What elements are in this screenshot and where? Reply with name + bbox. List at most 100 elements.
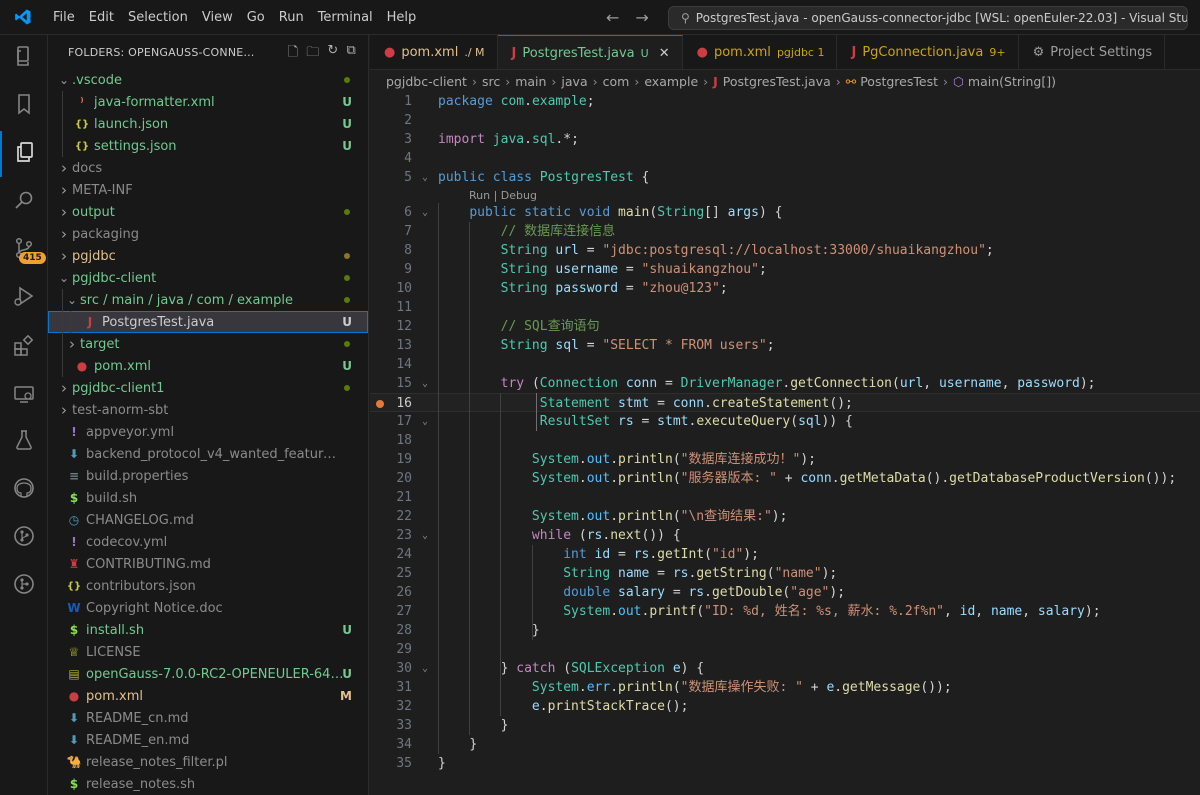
breadcrumb-item[interactable]: main(String[]) (968, 74, 1056, 89)
file-item[interactable]: ! codecov.yml (48, 531, 368, 553)
file-item[interactable]: {} contributors.json (48, 575, 368, 597)
chevron-down-icon: ⌄ (58, 271, 70, 285)
file-item[interactable]: $ install.sh U (48, 619, 368, 641)
file-item[interactable]: ! appveyor.yml (48, 421, 368, 443)
code-line: 35} (370, 754, 1200, 773)
menu-view[interactable]: View (195, 0, 240, 35)
file-item[interactable]: ♜ CONTRIBUTING.md (48, 553, 368, 575)
github-tab[interactable] (0, 467, 48, 513)
new-folder-icon[interactable]: 🗀 (306, 43, 319, 65)
file-item[interactable]: ● pom.xml M (48, 685, 368, 707)
folder-item[interactable]: › pgjdbc-client1 (48, 377, 368, 399)
folder-item[interactable]: › META-INF (48, 179, 368, 201)
file-name: pgjdbc-client1 (72, 380, 165, 396)
menu-terminal[interactable]: Terminal (311, 0, 380, 35)
gitlens-tab[interactable] (0, 563, 48, 609)
code-text: package com.example; (438, 92, 595, 111)
code-text: double salary = rs.getDouble("age"); (438, 583, 845, 602)
folder-item[interactable]: › pgjdbc (48, 245, 368, 267)
tab-pom-xml[interactable]: ● pom.xml ./ M (370, 35, 498, 69)
json-file-icon: {} (66, 580, 82, 592)
extensions-tab[interactable] (0, 325, 48, 371)
file-item[interactable]: ⬇ backend_protocol_v4_wanted_features.md (48, 443, 368, 465)
folder-item[interactable]: › docs (48, 157, 368, 179)
file-item[interactable]: {} launch.json U (48, 113, 368, 135)
close-icon[interactable]: ✕ (659, 46, 670, 61)
file-item[interactable]: ⬇ README_cn.md (48, 707, 368, 729)
menu-edit[interactable]: Edit (82, 0, 121, 35)
file-item[interactable]: $ release_notes.sh (48, 773, 368, 795)
bookmarks-tab[interactable] (0, 83, 48, 129)
folder-item[interactable]: ⌄ pgjdbc-client (48, 267, 368, 289)
remote-explorer-tab[interactable] (0, 373, 48, 419)
tab-pgconnection-java[interactable]: J PgConnection.java 9+ (837, 35, 1019, 69)
file-item[interactable]: ● pom.xml U (48, 355, 368, 377)
fold-chevron-icon[interactable]: ⌄ (422, 168, 428, 187)
file-item[interactable]: W Copyright Notice.doc (48, 597, 368, 619)
folder-item[interactable]: › packaging (48, 223, 368, 245)
breadcrumb-item[interactable]: PostgresTest.java (723, 74, 831, 89)
code-token: id (594, 547, 611, 562)
breadcrumb-item[interactable]: PostgresTest (860, 74, 938, 89)
breadcrumb-item[interactable]: src (482, 74, 500, 89)
forward-arrow-icon[interactable]: → (635, 8, 648, 27)
search-tab[interactable] (0, 179, 48, 225)
tab-pom-xml[interactable]: ● pom.xml pgjdbc 1 (683, 35, 838, 69)
testing-tab[interactable] (0, 419, 48, 465)
explorer-tab[interactable] (0, 35, 48, 81)
code-token: } (531, 623, 540, 638)
file-item[interactable]: ♕ LICENSE (48, 641, 368, 663)
code-line: 21 (370, 488, 1200, 507)
breadcrumb-item[interactable]: com (603, 74, 630, 89)
file-item[interactable]: ⬇ README_en.md (48, 729, 368, 751)
fold-chevron-icon[interactable]: ⌄ (422, 526, 428, 545)
file-item[interactable]: ◷ CHANGELOG.md (48, 509, 368, 531)
menu-selection[interactable]: Selection (121, 0, 195, 35)
file-item[interactable]: 🐪 release_notes_filter.pl (48, 751, 368, 773)
folder-item[interactable]: › output (48, 201, 368, 223)
code-token: id (959, 604, 976, 619)
fold-chevron-icon[interactable]: ⌄ (422, 374, 428, 393)
run-debug-tab[interactable] (0, 275, 48, 321)
breakpoint-icon[interactable] (376, 400, 384, 408)
menu-run[interactable]: Run (272, 0, 311, 35)
file-item[interactable]: $ build.sh (48, 487, 368, 509)
file-item[interactable]: ▤ openGauss-7.0.0-RC2-OPENEULER-64bit-JDB… (48, 663, 368, 685)
code-token: ()); (920, 680, 952, 695)
git-graph-tab[interactable] (0, 515, 48, 561)
breadcrumb-item[interactable]: pgjdbc-client (386, 74, 467, 89)
back-arrow-icon[interactable]: ← (606, 8, 619, 27)
tab-project-settings[interactable]: ⚙ Project Settings (1019, 35, 1166, 69)
tab-postgrestest-java[interactable]: J PostgresTest.java U ✕ (497, 35, 683, 69)
menu-help[interactable]: Help (380, 0, 424, 35)
code-editor[interactable]: 1 package com.example; 2 3 import java.sql.*… (370, 92, 1200, 795)
new-file-icon[interactable]: 🗋 (288, 43, 299, 65)
code-token: . (539, 699, 548, 714)
file-item[interactable]: ≡ build.properties (48, 465, 368, 487)
codelens-run-debug[interactable]: Run | Debug (469, 188, 537, 204)
file-item[interactable]: ⁾ java-formatter.xml U (48, 91, 368, 113)
fold-chevron-icon[interactable]: ⌄ (422, 659, 428, 678)
folder-item[interactable]: › target (48, 333, 368, 355)
breadcrumb-item[interactable]: main (515, 74, 546, 89)
menu-go[interactable]: Go (240, 0, 272, 35)
folder-item[interactable]: ⌄ .vscode (48, 69, 368, 91)
code-token: conn (672, 396, 705, 411)
fold-chevron-icon[interactable]: ⌄ (422, 203, 428, 222)
breadcrumb-item[interactable]: java (561, 74, 587, 89)
bookmarks-icon (12, 92, 36, 120)
source-control-tab[interactable]: 415 (0, 227, 48, 273)
command-center[interactable]: ⚲ PostgresTest.java - openGauss-connecto… (668, 6, 1188, 30)
files-tab[interactable] (0, 131, 48, 177)
menu-file[interactable]: File (46, 0, 82, 35)
collapse-all-icon[interactable]: ⧉ (347, 43, 356, 65)
folder-item[interactable]: ⌄ src / main / java / com / example (48, 289, 368, 311)
code-token: = (618, 281, 642, 296)
file-item[interactable]: {} settings.json U (48, 135, 368, 157)
refresh-icon[interactable]: ↻ (327, 43, 338, 65)
breadcrumb-item[interactable]: example (644, 74, 698, 89)
fold-chevron-icon[interactable]: ⌄ (422, 412, 428, 431)
file-item[interactable]: J PostgresTest.java U (48, 311, 368, 333)
folder-item[interactable]: › test-anorm-sbt (48, 399, 368, 421)
